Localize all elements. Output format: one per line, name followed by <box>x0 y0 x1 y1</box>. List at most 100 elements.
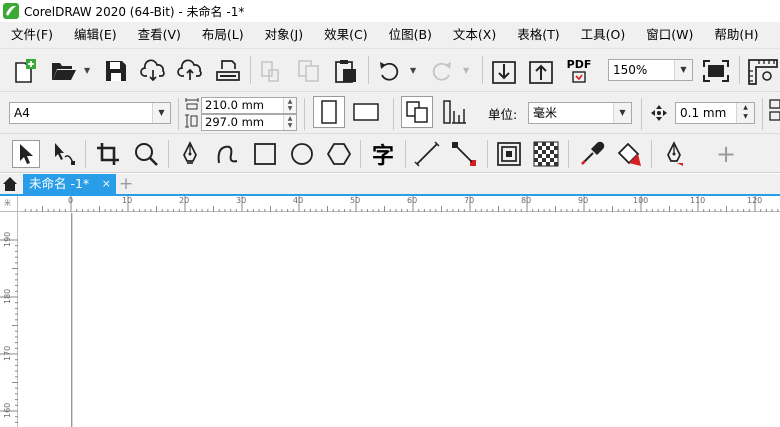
text-tool-icon[interactable]: 字 <box>369 140 397 169</box>
nudge-spinner[interactable]: ▲ ▼ <box>736 103 754 123</box>
horizontal-ruler[interactable]: 0 10 20 30 40 50 60 70 80 90 100 110 120 <box>18 196 780 212</box>
separator <box>482 56 483 84</box>
close-icon[interactable]: × <box>102 174 111 194</box>
drawing-canvas[interactable] <box>19 213 780 427</box>
nudge-distance-value: 0.1 mm <box>680 106 727 120</box>
pdf-label: PDF <box>566 58 592 71</box>
rectangle-tool-icon[interactable] <box>251 140 279 168</box>
units-select[interactable]: 毫米 ▼ <box>528 102 632 124</box>
separator <box>85 140 86 168</box>
separator <box>368 56 369 84</box>
copy-icon[interactable] <box>297 59 321 83</box>
vertical-ruler[interactable]: 190 180 170 160 <box>0 212 18 427</box>
document-tab[interactable]: 未命名 -1* × <box>23 174 116 194</box>
ruler-label: 20 <box>179 196 190 205</box>
page-width-value: 210.0 mm <box>205 98 264 112</box>
ellipse-tool-icon[interactable] <box>288 140 316 168</box>
new-tab-icon[interactable]: + <box>118 174 134 194</box>
ruler-label: 180 <box>3 288 12 304</box>
ruler-label: 100 <box>633 196 649 205</box>
paste-icon[interactable] <box>333 58 359 84</box>
page-size-value: A4 <box>14 106 30 120</box>
menu-tools[interactable]: 工具(O) <box>570 22 636 48</box>
cloud-upload-icon[interactable] <box>177 59 205 83</box>
height-spinner[interactable]: ▲ ▼ <box>283 115 296 130</box>
menu-effects[interactable]: 效果(C) <box>313 22 377 48</box>
export-pdf-icon[interactable]: PDF <box>565 57 593 85</box>
ruler-label: 120 <box>747 196 763 205</box>
chevron-down-icon[interactable]: ▼ <box>152 103 170 123</box>
artistic-media-tool-icon[interactable] <box>214 140 242 168</box>
menu-window[interactable]: 窗口(W) <box>635 22 703 48</box>
undo-icon[interactable] <box>377 59 403 83</box>
page-height-input[interactable]: 297.0 mm ▲ ▼ <box>201 114 297 131</box>
portrait-icon[interactable] <box>313 96 345 128</box>
export-icon[interactable] <box>528 59 554 85</box>
menu-object[interactable]: 对象(J) <box>254 22 313 48</box>
menu-edit[interactable]: 编辑(E) <box>63 22 127 48</box>
save-icon[interactable] <box>104 59 128 83</box>
separator <box>405 140 406 168</box>
zoom-tool-icon[interactable] <box>132 140 160 168</box>
separator <box>641 98 642 130</box>
new-document-icon[interactable] <box>12 58 38 84</box>
separator <box>762 98 763 130</box>
ruler-label: 190 <box>3 231 12 247</box>
separator <box>178 98 179 130</box>
width-spinner[interactable]: ▲ ▼ <box>283 98 296 113</box>
open-dropdown-icon[interactable]: ▼ <box>84 66 90 75</box>
menu-table[interactable]: 表格(T) <box>506 22 569 48</box>
chevron-down-icon[interactable]: ▼ <box>674 60 692 80</box>
page-width-input[interactable]: 210.0 mm ▲ ▼ <box>201 97 297 114</box>
polygon-tool-icon[interactable] <box>325 140 353 168</box>
full-screen-icon[interactable] <box>702 59 730 83</box>
separator <box>651 140 652 168</box>
chevron-down-icon[interactable]: ▼ <box>613 103 631 123</box>
all-pages-icon[interactable] <box>401 96 433 128</box>
menu-bitmaps[interactable]: 位图(B) <box>378 22 442 48</box>
ruler-label: 0 <box>68 196 74 205</box>
contour-tool-icon[interactable] <box>495 140 523 168</box>
ruler-unit-marker: 米 <box>4 199 11 207</box>
menu-layout[interactable]: 布局(L) <box>191 22 254 48</box>
undo-dropdown-icon[interactable]: ▼ <box>410 66 416 75</box>
ruler-origin[interactable]: 米 <box>0 196 18 212</box>
menu-help[interactable]: 帮助(H) <box>703 22 768 48</box>
nudge-distance-input[interactable]: 0.1 mm ▲ ▼ <box>675 102 755 124</box>
nudge-icon <box>649 103 669 123</box>
interactive-fill-tool-icon[interactable] <box>615 140 643 168</box>
duplicate-distance-icon[interactable] <box>768 98 780 124</box>
eyedropper-tool-icon[interactable] <box>578 140 606 168</box>
rulers-icon[interactable] <box>747 58 779 86</box>
ruler-label: 30 <box>236 196 247 205</box>
zoom-level-select[interactable]: 150% ▼ <box>608 59 693 81</box>
page-size-select[interactable]: A4 ▼ <box>9 102 171 124</box>
separator <box>487 140 488 168</box>
cut-icon[interactable] <box>259 59 281 83</box>
crop-tool-icon[interactable] <box>94 140 122 168</box>
landscape-icon[interactable] <box>350 98 382 126</box>
print-icon[interactable] <box>215 59 241 83</box>
add-tool-icon[interactable]: + <box>712 140 740 168</box>
current-page-icon[interactable] <box>439 98 471 126</box>
freehand-tool-icon[interactable] <box>176 140 204 168</box>
parallel-dimension-tool-icon[interactable] <box>413 140 441 168</box>
height-icon <box>185 113 199 129</box>
transparency-tool-icon[interactable] <box>532 140 560 168</box>
menu-text[interactable]: 文本(X) <box>442 22 506 48</box>
menu-file[interactable]: 文件(F) <box>0 22 63 48</box>
menu-view[interactable]: 查看(V) <box>127 22 191 48</box>
redo-icon[interactable] <box>428 59 454 83</box>
redo-dropdown-icon[interactable]: ▼ <box>463 66 469 75</box>
smart-fill-tool-icon[interactable] <box>660 140 688 168</box>
import-icon[interactable] <box>491 59 517 85</box>
cloud-download-icon[interactable] <box>140 59 168 83</box>
shape-tool-icon[interactable] <box>50 140 78 168</box>
window-title: CorelDRAW 2020 (64-Bit) - 未命名 -1* <box>24 4 245 19</box>
page-height-value: 297.0 mm <box>205 115 264 129</box>
ruler-label: 90 <box>578 196 589 205</box>
open-folder-icon[interactable] <box>50 59 78 83</box>
pick-tool-icon[interactable] <box>12 140 40 168</box>
home-icon[interactable] <box>2 176 18 192</box>
connector-tool-icon[interactable] <box>450 140 478 168</box>
